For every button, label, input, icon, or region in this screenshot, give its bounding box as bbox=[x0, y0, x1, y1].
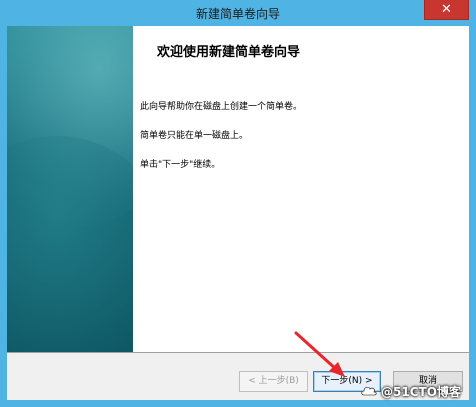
wizard-paragraph: 此向导帮助你在磁盘上创建一个简单卷。 bbox=[140, 102, 303, 112]
wizard-window: 新建简单卷向导 ✕ 欢迎使用新建简单卷向导 此向导帮助你在磁盘上创建一个简单卷。… bbox=[0, 0, 476, 407]
title-bar[interactable]: 新建简单卷向导 ✕ bbox=[0, 0, 476, 26]
footer-separator bbox=[7, 352, 469, 353]
wizard-side-banner bbox=[7, 26, 133, 352]
cloud-logo-icon bbox=[361, 386, 377, 396]
window-title: 新建简单卷向导 bbox=[195, 7, 280, 21]
banner-decoration bbox=[7, 136, 133, 352]
close-button[interactable]: ✕ bbox=[424, 0, 469, 20]
watermark-text: @51CTO博客 bbox=[381, 384, 461, 399]
wizard-heading: 欢迎使用新建简单卷向导 bbox=[157, 45, 301, 60]
wizard-client-area: 欢迎使用新建简单卷向导 此向导帮助你在磁盘上创建一个简单卷。 简单卷只能在单一磁… bbox=[7, 26, 469, 400]
wizard-paragraph: 单击"下一步"继续。 bbox=[140, 160, 221, 170]
wizard-content-panel: 欢迎使用新建简单卷向导 此向导帮助你在磁盘上创建一个简单卷。 简单卷只能在单一磁… bbox=[133, 26, 469, 352]
close-icon: ✕ bbox=[441, 2, 452, 17]
wizard-paragraph: 简单卷只能在单一磁盘上。 bbox=[140, 131, 249, 141]
back-button[interactable]: < 上一步(B) bbox=[239, 371, 308, 392]
watermark: @51CTO博客 bbox=[360, 379, 472, 403]
